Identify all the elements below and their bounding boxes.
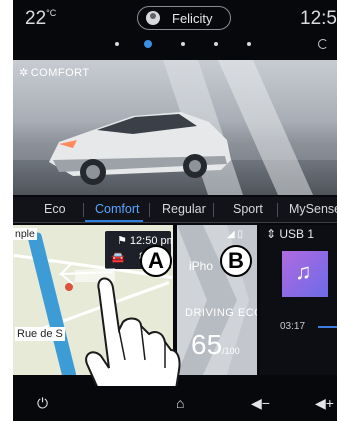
status-bar: 22°C Felicity 12:5 — [13, 0, 337, 38]
mode-tab-mysense[interactable]: MySense — [289, 202, 337, 216]
temperature[interactable]: 22°C — [25, 8, 56, 30]
home-icon[interactable]: ⌂ — [176, 395, 184, 411]
page-dot[interactable] — [214, 42, 218, 46]
eco-score-value: 65 — [191, 329, 223, 360]
page-dot[interactable] — [181, 42, 185, 46]
temperature-unit: °C — [46, 8, 57, 18]
callout-b: B — [220, 245, 252, 277]
page-dot[interactable] — [247, 42, 251, 46]
profile-button[interactable]: Felicity — [137, 6, 231, 30]
music-note-icon: ♫ — [295, 259, 312, 284]
profile-name: Felicity — [172, 11, 213, 26]
mode-separator — [277, 203, 278, 217]
arrival-time: ⚑ 12:50 pm — [117, 234, 173, 247]
user-avatar-icon — [146, 11, 160, 25]
driving-mode-hero: ✲ COMFORT — [13, 60, 337, 195]
media-widget[interactable]: ⇕ USB 1 ♫ 03:17 — [260, 225, 337, 375]
bottom-bar: ⏻ ⌂ ◀− ◀+ — [13, 386, 337, 421]
volume-down-icon[interactable]: ◀− — [251, 395, 270, 412]
phone-source-label: iPho — [189, 259, 214, 273]
media-source-label: USB 1 — [279, 227, 315, 241]
mode-separator — [149, 203, 150, 217]
driving-mode-tabs: Eco Comfort Regular Sport MySense — [13, 197, 337, 223]
album-cover: ♫ — [282, 251, 328, 297]
refresh-icon[interactable] — [318, 39, 328, 49]
fan-icon: ✲ — [19, 67, 29, 79]
hero-mode-label: ✲ COMFORT — [19, 66, 90, 79]
mode-tab-regular[interactable]: Regular — [162, 202, 206, 216]
map-street-top: nple — [13, 228, 37, 240]
eco-score-unit: /100 — [222, 346, 240, 356]
mode-separator — [213, 203, 214, 217]
selected-mode-indicator — [85, 220, 143, 222]
mode-tab-eco[interactable]: Eco — [44, 202, 66, 216]
hero-mode-text: COMFORT — [30, 67, 90, 79]
mode-separator — [83, 203, 84, 217]
driving-eco-score: 65/100 — [191, 329, 240, 361]
mode-tab-comfort[interactable]: Comfort — [95, 202, 139, 216]
mode-tab-sport[interactable]: Sport — [233, 202, 263, 216]
signal-battery-icon: ◢ ▯ — [227, 229, 243, 240]
clock: 12:5 — [300, 8, 337, 29]
power-icon[interactable]: ⏻ — [37, 395, 48, 412]
playback-progress-bar[interactable] — [318, 326, 337, 328]
media-source: ⇕ USB 1 — [266, 227, 315, 241]
driving-eco-title: DRIVING ECO2 — [185, 307, 257, 319]
page-indicator[interactable] — [13, 38, 337, 52]
page-dot-active[interactable] — [144, 40, 152, 48]
volume-up-icon[interactable]: ◀+ — [315, 395, 334, 412]
infotainment-screen: 22°C Felicity 12:5 ✲ COMFORT Eco Comfort… — [13, 0, 337, 421]
temperature-value: 22 — [25, 8, 47, 29]
page-dot[interactable] — [115, 42, 119, 46]
elapsed-time: 03:17 — [280, 321, 306, 332]
car-image — [49, 60, 313, 195]
